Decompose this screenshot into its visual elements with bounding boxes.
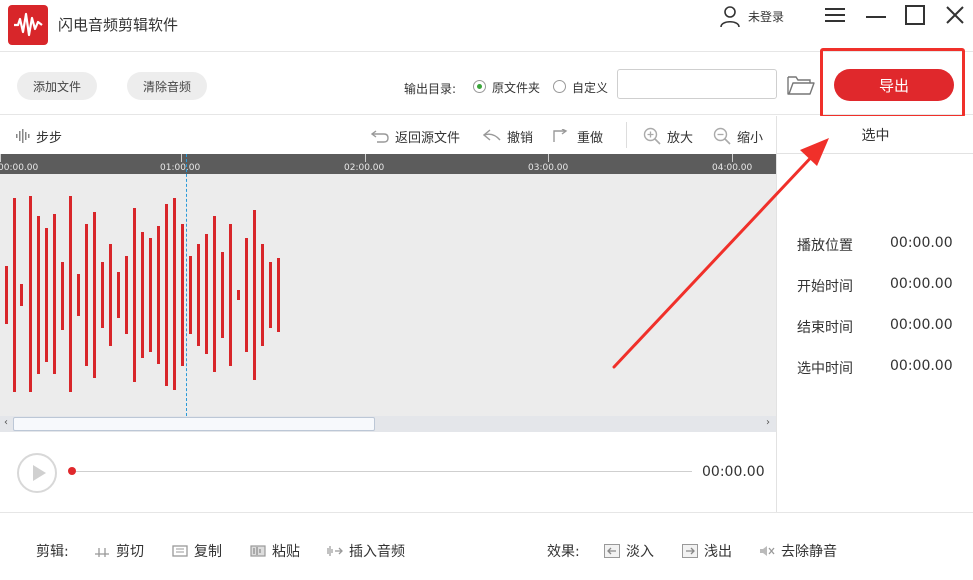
remove-silence-button[interactable]: 去除静音 <box>759 541 837 561</box>
fade-in-button[interactable]: 淡入 <box>604 541 654 561</box>
folder-icon <box>787 76 815 95</box>
player-bar: 00:00.00 <box>0 432 776 512</box>
edit-section-label: 剪辑: <box>36 544 69 560</box>
scroll-left-icon[interactable]: ‹ <box>0 417 12 428</box>
close-button[interactable] <box>943 4 967 26</box>
info-value: 00:00.00 <box>890 317 953 333</box>
ruler-label: 00:00.00 <box>0 163 39 173</box>
start-time-row: 开始时间 00:00.00 <box>797 276 957 296</box>
info-label: 开始时间 <box>797 279 853 295</box>
paste-button[interactable]: 粘贴 <box>250 541 300 561</box>
ruler-tick <box>365 154 366 162</box>
copy-button[interactable]: 复制 <box>172 541 222 561</box>
ruler-tick <box>0 154 1 162</box>
waveform-graphic <box>5 196 280 392</box>
playhead-marker[interactable] <box>186 154 187 416</box>
selected-time-row: 选中时间 00:00.00 <box>797 358 957 378</box>
export-button[interactable]: 导出 <box>834 69 954 101</box>
clear-audio-button[interactable]: 清除音频 <box>127 72 207 100</box>
ruler-label: 03:00.00 <box>528 163 569 173</box>
cut-button[interactable]: 剪切 <box>94 541 144 561</box>
radio-custom-label: 自定义 <box>572 81 609 95</box>
waveform-small-icon <box>16 129 30 143</box>
ruler-tick <box>548 154 549 162</box>
info-value: 00:00.00 <box>890 358 953 374</box>
user-status-label: 未登录 <box>748 9 785 24</box>
menu-icon <box>825 8 845 22</box>
login-button[interactable]: 未登录 <box>718 4 784 28</box>
browse-folder-button[interactable] <box>786 73 816 97</box>
maximize-icon <box>905 5 925 25</box>
radio-source-folder[interactable] <box>473 80 486 93</box>
file-toolbar: 添加文件 清除音频 输出目录: 原文件夹 自定义 导出 <box>0 53 973 115</box>
radio-custom[interactable] <box>553 80 566 93</box>
timeline-scrollbar[interactable]: ‹ › <box>0 416 776 432</box>
selection-tab[interactable]: 选中 <box>777 116 973 154</box>
play-position-row: 播放位置 00:00.00 <box>797 235 957 255</box>
info-label: 选中时间 <box>797 361 853 377</box>
menu-button[interactable] <box>823 4 847 26</box>
zoom-out-button[interactable]: 缩小 <box>713 127 763 146</box>
add-file-button[interactable]: 添加文件 <box>17 72 97 100</box>
redo-button[interactable]: 重做 <box>553 127 603 146</box>
insert-audio-icon <box>327 546 343 556</box>
output-path-input[interactable] <box>617 69 777 99</box>
info-label: 播放位置 <box>797 238 853 254</box>
back-to-source-button[interactable]: 返回源文件 <box>371 127 460 146</box>
maximize-button[interactable] <box>903 4 927 26</box>
ruler-tick <box>181 154 182 162</box>
fade-in-icon <box>604 544 620 558</box>
title-bar: 闪电音频剪辑软件 未登录 <box>0 0 973 52</box>
step-button[interactable]: 步步 <box>16 127 62 146</box>
undo-icon <box>483 129 501 141</box>
mute-speaker-icon <box>760 546 775 556</box>
player-time: 00:00.00 <box>702 464 765 480</box>
ruler-label: 04:00.00 <box>712 163 753 173</box>
minimize-button[interactable] <box>864 4 888 26</box>
scrollbar-thumb[interactable] <box>13 417 375 431</box>
output-dir-label: 输出目录: <box>404 82 457 96</box>
redo-icon <box>553 129 568 142</box>
scroll-right-icon[interactable]: › <box>762 417 774 428</box>
undo-button[interactable]: 撤销 <box>483 127 533 146</box>
minimize-icon <box>866 16 886 18</box>
fade-out-icon <box>682 544 698 558</box>
return-icon <box>371 130 389 143</box>
app-logo-icon <box>8 5 48 45</box>
info-label: 结束时间 <box>797 320 853 336</box>
insert-audio-button[interactable]: 插入音频 <box>327 541 405 561</box>
ruler-tick <box>732 154 733 162</box>
selection-panel: 选中 播放位置 00:00.00 开始时间 00:00.00 结束时间 00:0… <box>776 116 973 512</box>
end-time-row: 结束时间 00:00.00 <box>797 317 957 337</box>
cut-icon <box>95 548 109 557</box>
radio-source-folder-label: 原文件夹 <box>492 81 541 95</box>
copy-icon <box>172 545 188 557</box>
play-button[interactable] <box>17 453 57 493</box>
paste-icon <box>250 545 266 557</box>
app-title: 闪电音频剪辑软件 <box>58 16 179 34</box>
progress-handle[interactable] <box>68 467 76 475</box>
zoom-in-icon <box>643 127 661 145</box>
progress-track[interactable] <box>72 471 692 472</box>
info-value: 00:00.00 <box>890 276 953 292</box>
edit-toolbar-separator <box>626 122 627 148</box>
info-value: 00:00.00 <box>890 235 953 251</box>
edit-toolbar: 步步 返回源文件 撤销 重做 放大 缩小 <box>0 116 776 154</box>
ruler-label: 01:00.00 <box>160 163 201 173</box>
zoom-out-icon <box>713 127 731 145</box>
fade-out-button[interactable]: 浅出 <box>682 541 732 561</box>
effect-section-label: 效果: <box>547 544 580 560</box>
waveform-canvas[interactable] <box>0 174 776 416</box>
close-icon <box>946 6 964 24</box>
user-icon <box>720 6 740 28</box>
bottom-toolbar: 剪辑: 剪切 复制 粘贴 插入音频 效果: 淡入 浅出 去除静音 <box>0 512 973 580</box>
zoom-in-button[interactable]: 放大 <box>643 127 693 146</box>
timeline-ruler[interactable]: 00:00.00 01:00.00 02:00.00 03:00.00 04:0… <box>0 154 776 174</box>
ruler-label: 02:00.00 <box>344 163 385 173</box>
